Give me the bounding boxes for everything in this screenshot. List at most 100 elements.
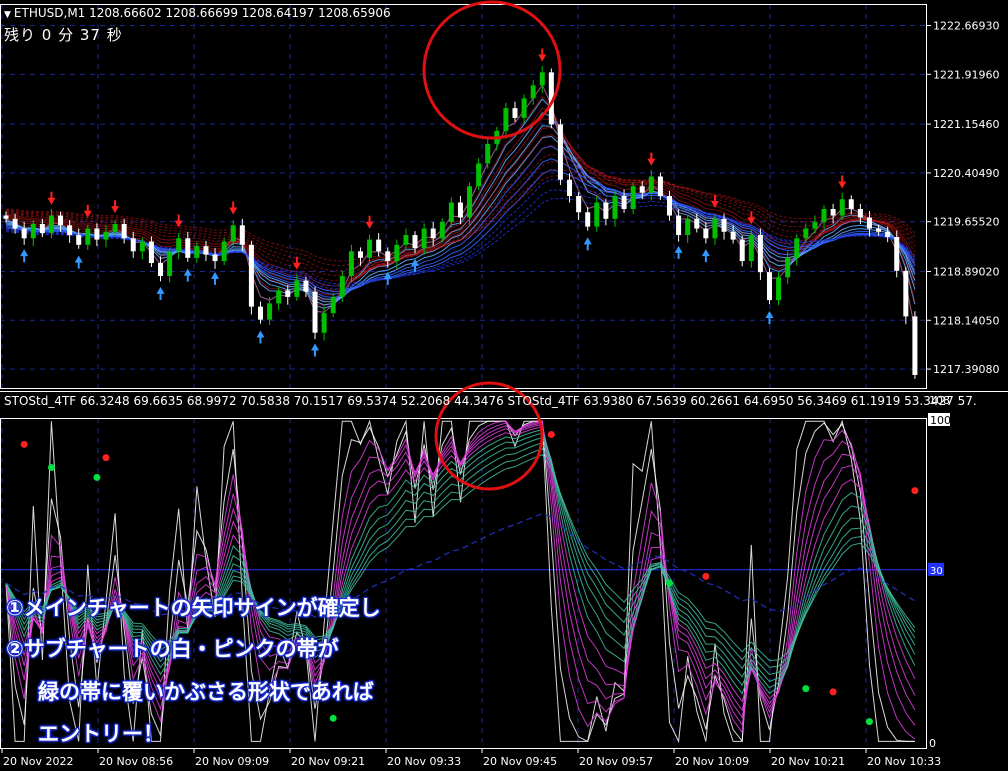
sell-arrow-icon [111,200,120,214]
candle-body [766,272,772,301]
time-axis-label: 20 Nov 09:45 [483,755,557,768]
candle-body [230,225,236,242]
time-axis-label: 20 Nov 10:09 [675,755,749,768]
sell-dot-icon [547,431,555,438]
candle-body [103,231,109,240]
candle-body [567,179,573,196]
candle-body [539,72,545,86]
candle-body [39,223,45,234]
sell-arrow-icon [229,201,238,215]
candle-body [303,280,309,292]
buy-arrow-icon [311,343,320,357]
buy-arrow-icon [701,249,710,263]
candle-body [894,237,900,271]
candle-body [521,98,527,118]
candle-body [76,235,82,245]
candle-body [348,251,354,277]
candle-body [712,218,718,239]
candle-body [485,143,491,164]
annotation-line-4: エントリー！ [38,722,164,746]
candle-body [448,202,454,223]
main-frame [0,4,927,389]
candle-body [585,212,591,227]
candle-body [857,209,863,218]
candle-body [30,223,36,239]
candle-body [212,254,218,262]
candle-body [121,223,127,239]
candle-body [685,218,691,236]
candle-body [739,239,745,262]
buy-dot-icon [93,473,101,481]
candle-body [221,241,227,262]
time-axis-label: 20 Nov 08:56 [99,755,173,768]
candle-body [557,124,563,180]
candle-body [194,246,200,258]
candle-body [148,241,154,264]
candle-body [512,108,518,118]
candle-body [257,306,263,320]
candle-body [403,235,409,245]
candle-body [821,209,827,223]
candle-body [757,235,763,273]
buy-arrow-icon [20,249,29,263]
price-axis-label: 1220.40490 [933,167,999,180]
candle-body [776,277,782,301]
buy-arrow-icon [183,268,192,282]
time-axis-label: 20 Nov 09:21 [291,755,365,768]
buy-dot-icon [47,464,55,471]
candle-body [3,215,9,219]
annotation-line-1: ①メインチャートの矢印サインが確定し [6,596,381,620]
candle-body [657,176,663,196]
candle-body [694,218,700,229]
candle-body [376,239,382,252]
price-axis-label: 1218.89020 [933,265,999,278]
candle-body [94,228,100,240]
candle-body [748,235,754,262]
candle-body [630,186,636,210]
candle-body [421,228,427,249]
candle-body [394,244,400,262]
candle-body [830,209,836,216]
candle-body [803,228,809,239]
candle-body [812,222,818,229]
candle-countdown: 残り 0 分 37 秒 [4,26,123,44]
candle-body [794,238,800,258]
candle-body [203,246,209,255]
sell-arrow-icon [365,215,374,229]
candle-body [467,186,473,218]
candle-body [276,290,282,304]
buy-arrow-icon [256,330,265,344]
candle-body [730,231,736,240]
candle-body [576,196,582,213]
candle-body [530,85,536,99]
time-axis-label: 20 Nov 09:33 [387,755,461,768]
candle-body [594,202,600,227]
sell-dot-icon [102,454,110,462]
sell-dot-icon [702,572,710,580]
candle-body [239,225,245,245]
candle-body [58,215,64,226]
buy-arrow-icon [74,255,83,269]
chart-window: 1222.66930 1221.91960 1221.15460 1220.40490… [0,0,1008,771]
buy-dot-icon [329,714,337,722]
candle-body [457,202,463,218]
osc-axis-label: 30 [930,566,943,577]
candle-body [785,257,791,278]
candle-body [85,228,91,245]
candle-body [321,313,327,333]
collapse-triangle-icon[interactable]: ▼ [4,10,11,20]
buy-arrow-icon [765,310,774,324]
buy-arrow-icon [211,271,220,285]
candle-body [848,199,854,210]
annotation-line-2: ②サブチャートの白・ピンクの帯が [6,637,339,661]
time-axis-label: 20 Nov 10:21 [771,755,845,768]
candle-body [130,238,136,252]
buy-dot-icon [865,718,873,726]
candle-body [330,296,336,314]
sell-arrow-icon [538,48,547,62]
candle-body [612,196,618,219]
annotation-line-3: 緑の帯に覆いかぶさる形状であれば [38,680,374,704]
candle-body [439,222,445,239]
candle-body [248,244,254,307]
sell-arrow-icon [83,204,92,218]
